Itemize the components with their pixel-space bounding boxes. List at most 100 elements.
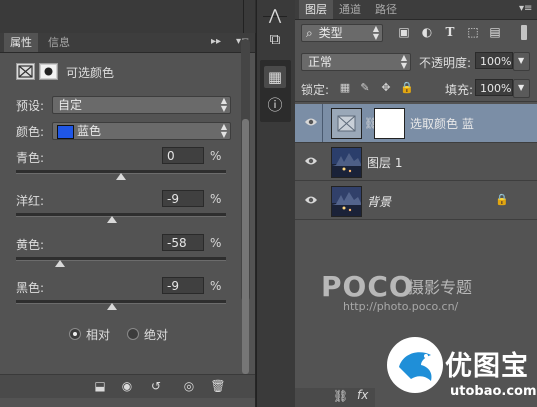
relative-label: 相对 — [86, 328, 111, 342]
trash-icon[interactable]: 🗑 — [210, 379, 226, 393]
slider-label: 洋红: — [16, 194, 45, 208]
poco-logo: POCO — [321, 270, 414, 303]
adjustment-thumbnail — [331, 108, 362, 139]
view-previous-icon[interactable]: ◉ — [119, 379, 135, 393]
absolute-radio[interactable] — [127, 328, 139, 340]
filter-toggle[interactable] — [521, 25, 527, 40]
dropdown-arrows-icon: ▲ ▼ — [220, 96, 227, 113]
fill-input[interactable]: 100% — [475, 79, 513, 96]
yellow-input[interactable]: -58 — [162, 234, 204, 251]
black-thumb[interactable] — [106, 303, 117, 310]
eye-icon[interactable] — [304, 116, 318, 128]
blend-mode-value: 正常 — [308, 55, 333, 69]
shape-filter-icon[interactable]: ⬚ — [465, 24, 481, 40]
panel-dock: ⋀ ⧉ ▦ ⓘ — [256, 0, 296, 407]
tab-properties[interactable]: 属性 — [4, 33, 38, 52]
properties-scrollbar[interactable] — [241, 39, 250, 374]
collapse-icon[interactable]: ▸▸ — [211, 35, 221, 49]
layer-name: 背景 — [367, 195, 392, 209]
eye-icon[interactable] — [304, 155, 318, 167]
percent-label: % — [210, 279, 222, 293]
opacity-dropdown[interactable]: ▼ — [513, 52, 530, 71]
mask-thumbnail — [374, 108, 405, 139]
preset-dropdown[interactable]: 自定 ▲ ▼ — [52, 96, 231, 114]
utobao-site-name: 优图宝 — [445, 351, 529, 382]
filter-kind-dropdown[interactable]: ⌕ 类型 ▲ ▼ — [301, 24, 383, 42]
adjustments-icon[interactable]: ▦ — [264, 66, 286, 88]
tab-layers[interactable]: 图层 — [299, 0, 333, 19]
properties-tabbar: 属性 信息 ▸▸ ▾≡ — [0, 33, 255, 53]
percent-label: % — [210, 236, 222, 250]
pixel-filter-icon[interactable]: ▣ — [396, 24, 412, 40]
tab-channels[interactable]: 通道 — [333, 0, 367, 19]
clip-to-layer-icon[interactable]: ⬓ — [92, 379, 108, 393]
visibility-icon[interactable]: ◎ — [181, 379, 197, 393]
dropdown-arrows-icon: ▲ ▼ — [400, 53, 407, 70]
magenta-input[interactable]: -9 — [162, 190, 204, 207]
layer-row[interactable]: 图层 1 — [295, 143, 537, 181]
layer-thumbnail — [331, 186, 362, 217]
link-layers-icon[interactable]: ⛓ — [333, 389, 348, 403]
adjustment-title: 可选颜色 — [66, 66, 115, 80]
reset-icon[interactable]: ↺ — [148, 379, 164, 393]
type-filter-icon[interactable]: T — [442, 24, 458, 40]
opacity-label: 不透明度: — [419, 56, 472, 70]
properties-bottombar: ⬓ ◉ ↺ ◎ 🗑 — [0, 374, 255, 398]
eye-icon[interactable] — [304, 194, 318, 206]
adjustment-filter-icon[interactable]: ◐ — [419, 24, 435, 40]
percent-label: % — [210, 149, 222, 163]
tab-paths[interactable]: 路径 — [369, 0, 403, 19]
black-input[interactable]: -9 — [162, 277, 204, 294]
tab-info[interactable]: 信息 — [42, 33, 76, 52]
colors-dropdown[interactable]: 蓝色 ▲ ▼ — [52, 122, 231, 140]
fill-dropdown[interactable]: ▼ — [513, 79, 530, 98]
dropdown-arrows-icon: ▲ ▼ — [372, 24, 379, 41]
yellow-track[interactable] — [16, 257, 226, 261]
info-icon[interactable]: ⓘ — [264, 94, 286, 116]
lock-all-icon[interactable]: 🔒 — [400, 81, 414, 95]
filter-kind-value: 类型 — [318, 26, 343, 40]
layer-name: 选取颜色 蓝 — [410, 117, 474, 131]
preset-value: 自定 — [58, 98, 83, 112]
clone-source-icon[interactable]: ⧉ — [264, 28, 286, 50]
chevron-down-icon: ▼ — [518, 56, 525, 65]
preset-label: 预设: — [16, 99, 45, 113]
fill-label: 填充: — [445, 83, 474, 97]
black-track[interactable] — [16, 300, 226, 304]
layer-thumbnail — [331, 147, 362, 178]
fx-icon[interactable]: fx — [357, 388, 368, 402]
magenta-track[interactable] — [16, 213, 226, 217]
search-icon: ⌕ — [306, 26, 313, 40]
layer-row[interactable]: ⛓ 选取颜色 蓝 — [295, 104, 537, 143]
divider — [322, 104, 323, 142]
lock-image-icon[interactable]: ✎ — [358, 81, 372, 95]
percent-label: % — [210, 192, 222, 206]
brush-preset-icon[interactable]: ⋀ — [264, 4, 286, 26]
mask-icon[interactable] — [39, 63, 58, 80]
layer-row[interactable]: 背景 🔒 — [295, 182, 537, 220]
opacity-input[interactable]: 100% — [475, 52, 513, 69]
dropdown-arrows-icon: ▲ ▼ — [220, 122, 227, 139]
cyan-thumb[interactable] — [116, 173, 126, 180]
color-swatch — [57, 125, 74, 139]
top-strip — [0, 0, 255, 33]
layers-bottombar: ⛓ fx — [295, 388, 375, 407]
blend-mode-dropdown[interactable]: 正常 ▲ ▼ — [301, 53, 411, 71]
lock-label: 锁定: — [301, 83, 330, 97]
cyan-input[interactable]: 0 — [162, 147, 204, 164]
lock-position-icon[interactable]: ✥ — [379, 81, 393, 95]
relative-radio[interactable] — [69, 328, 81, 340]
smart-object-filter-icon[interactable]: ▤ — [487, 24, 503, 40]
yellow-thumb[interactable] — [55, 260, 66, 267]
slider-label: 青色: — [16, 151, 45, 165]
slider-label: 黑色: — [16, 281, 45, 295]
magenta-thumb[interactable] — [106, 216, 117, 223]
lock-transparent-icon[interactable]: ▦ — [338, 81, 352, 95]
colors-label: 颜色: — [16, 125, 45, 139]
slider-label: 黄色: — [16, 238, 45, 252]
utobao-url: utobao.com — [450, 384, 537, 399]
panel-menu-icon[interactable]: ▾≡ — [519, 2, 532, 16]
lock-icon: 🔒 — [495, 193, 509, 206]
colors-value: 蓝色 — [77, 124, 102, 138]
poco-caption: 摄影专题 — [408, 278, 473, 297]
